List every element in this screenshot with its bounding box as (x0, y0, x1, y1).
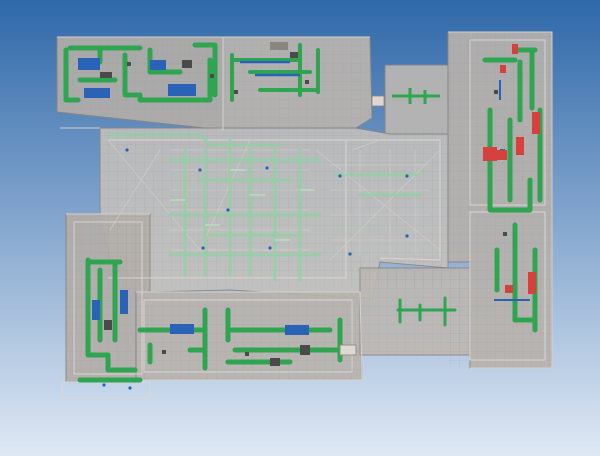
wing-top-right-small (384, 64, 449, 135)
ahu-unit-3 (168, 84, 196, 96)
lower-unit-2 (285, 325, 309, 335)
red-unit-4 (532, 112, 540, 134)
3d-model-viewport[interactable] (0, 0, 600, 456)
lower-ahu-1 (92, 300, 100, 320)
ahu-unit-4 (150, 60, 166, 70)
lower-unit-3 (300, 345, 310, 355)
top-right-equipment (371, 95, 385, 107)
lower-unit-4 (339, 344, 357, 356)
red-unit-2 (497, 150, 507, 160)
red-unit-5 (528, 272, 536, 294)
ahu-unit-2 (84, 88, 110, 98)
ahu-unit-1 (78, 58, 100, 70)
lower-unit-1 (170, 324, 194, 334)
red-unit-3 (516, 137, 524, 155)
building-model[interactable] (0, 0, 600, 456)
lower-ahu-2 (120, 290, 128, 314)
red-unit-1 (483, 147, 497, 161)
